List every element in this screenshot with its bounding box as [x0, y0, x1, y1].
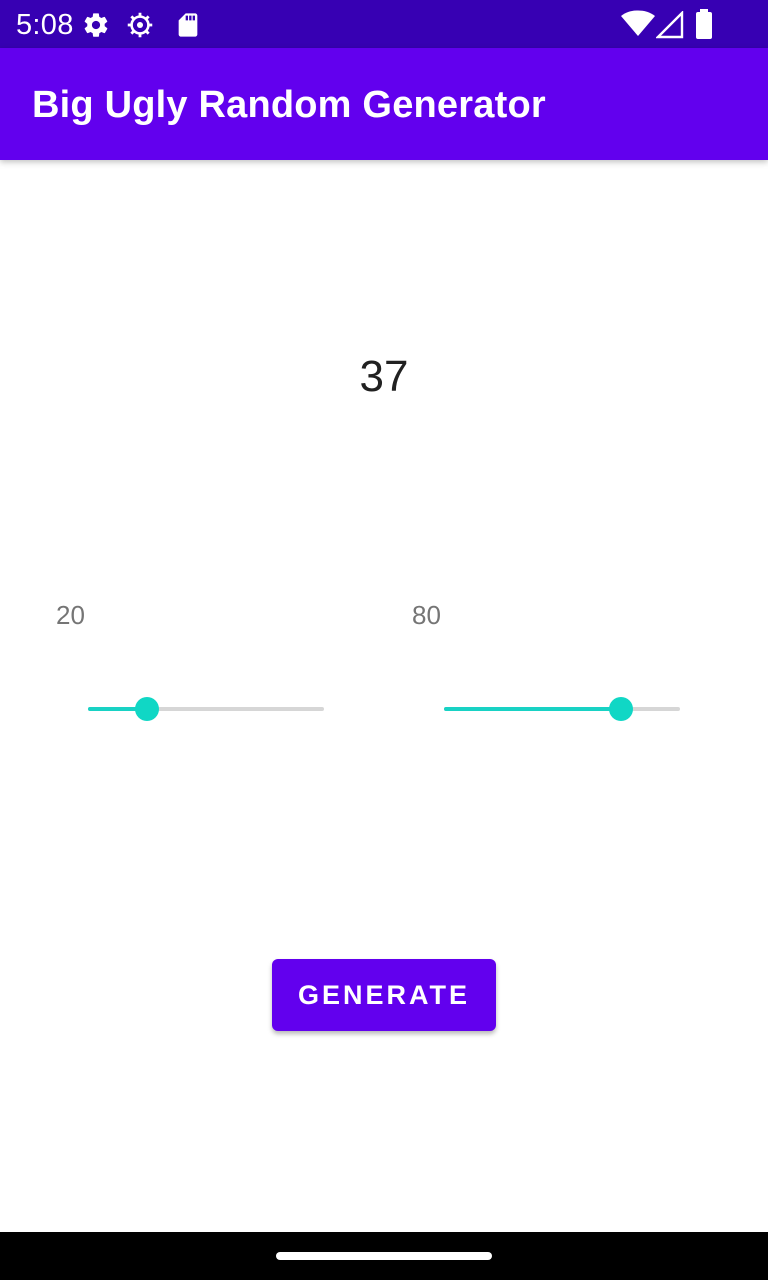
sd-card-icon — [178, 13, 198, 37]
max-slider-fill — [444, 707, 621, 711]
status-time: 5:08 — [16, 9, 74, 41]
settings-icon — [84, 13, 108, 37]
app-bar: Big Ugly Random Generator — [0, 48, 768, 160]
screen: 5:08 Big Ugly Random Generator 37 20 80 … — [0, 0, 768, 1280]
max-value-label: 80 — [412, 600, 441, 630]
random-result: 37 — [359, 352, 409, 401]
min-value-label: 20 — [56, 600, 85, 630]
min-slider-thumb[interactable] — [135, 697, 159, 721]
navigation-bar — [0, 1232, 768, 1280]
wifi-icon — [621, 10, 655, 36]
generate-button[interactable]: GENERATE — [272, 959, 496, 1031]
home-gesture-handle[interactable] — [276, 1252, 492, 1260]
max-slider[interactable] — [444, 690, 680, 730]
min-slider[interactable] — [88, 690, 324, 730]
max-slider-thumb[interactable] — [609, 697, 633, 721]
battery-icon — [696, 9, 712, 39]
signal-icon — [656, 11, 684, 39]
app-title: Big Ugly Random Generator — [32, 84, 546, 126]
status-bar: 5:08 — [0, 0, 768, 48]
gear-icon — [127, 12, 153, 38]
